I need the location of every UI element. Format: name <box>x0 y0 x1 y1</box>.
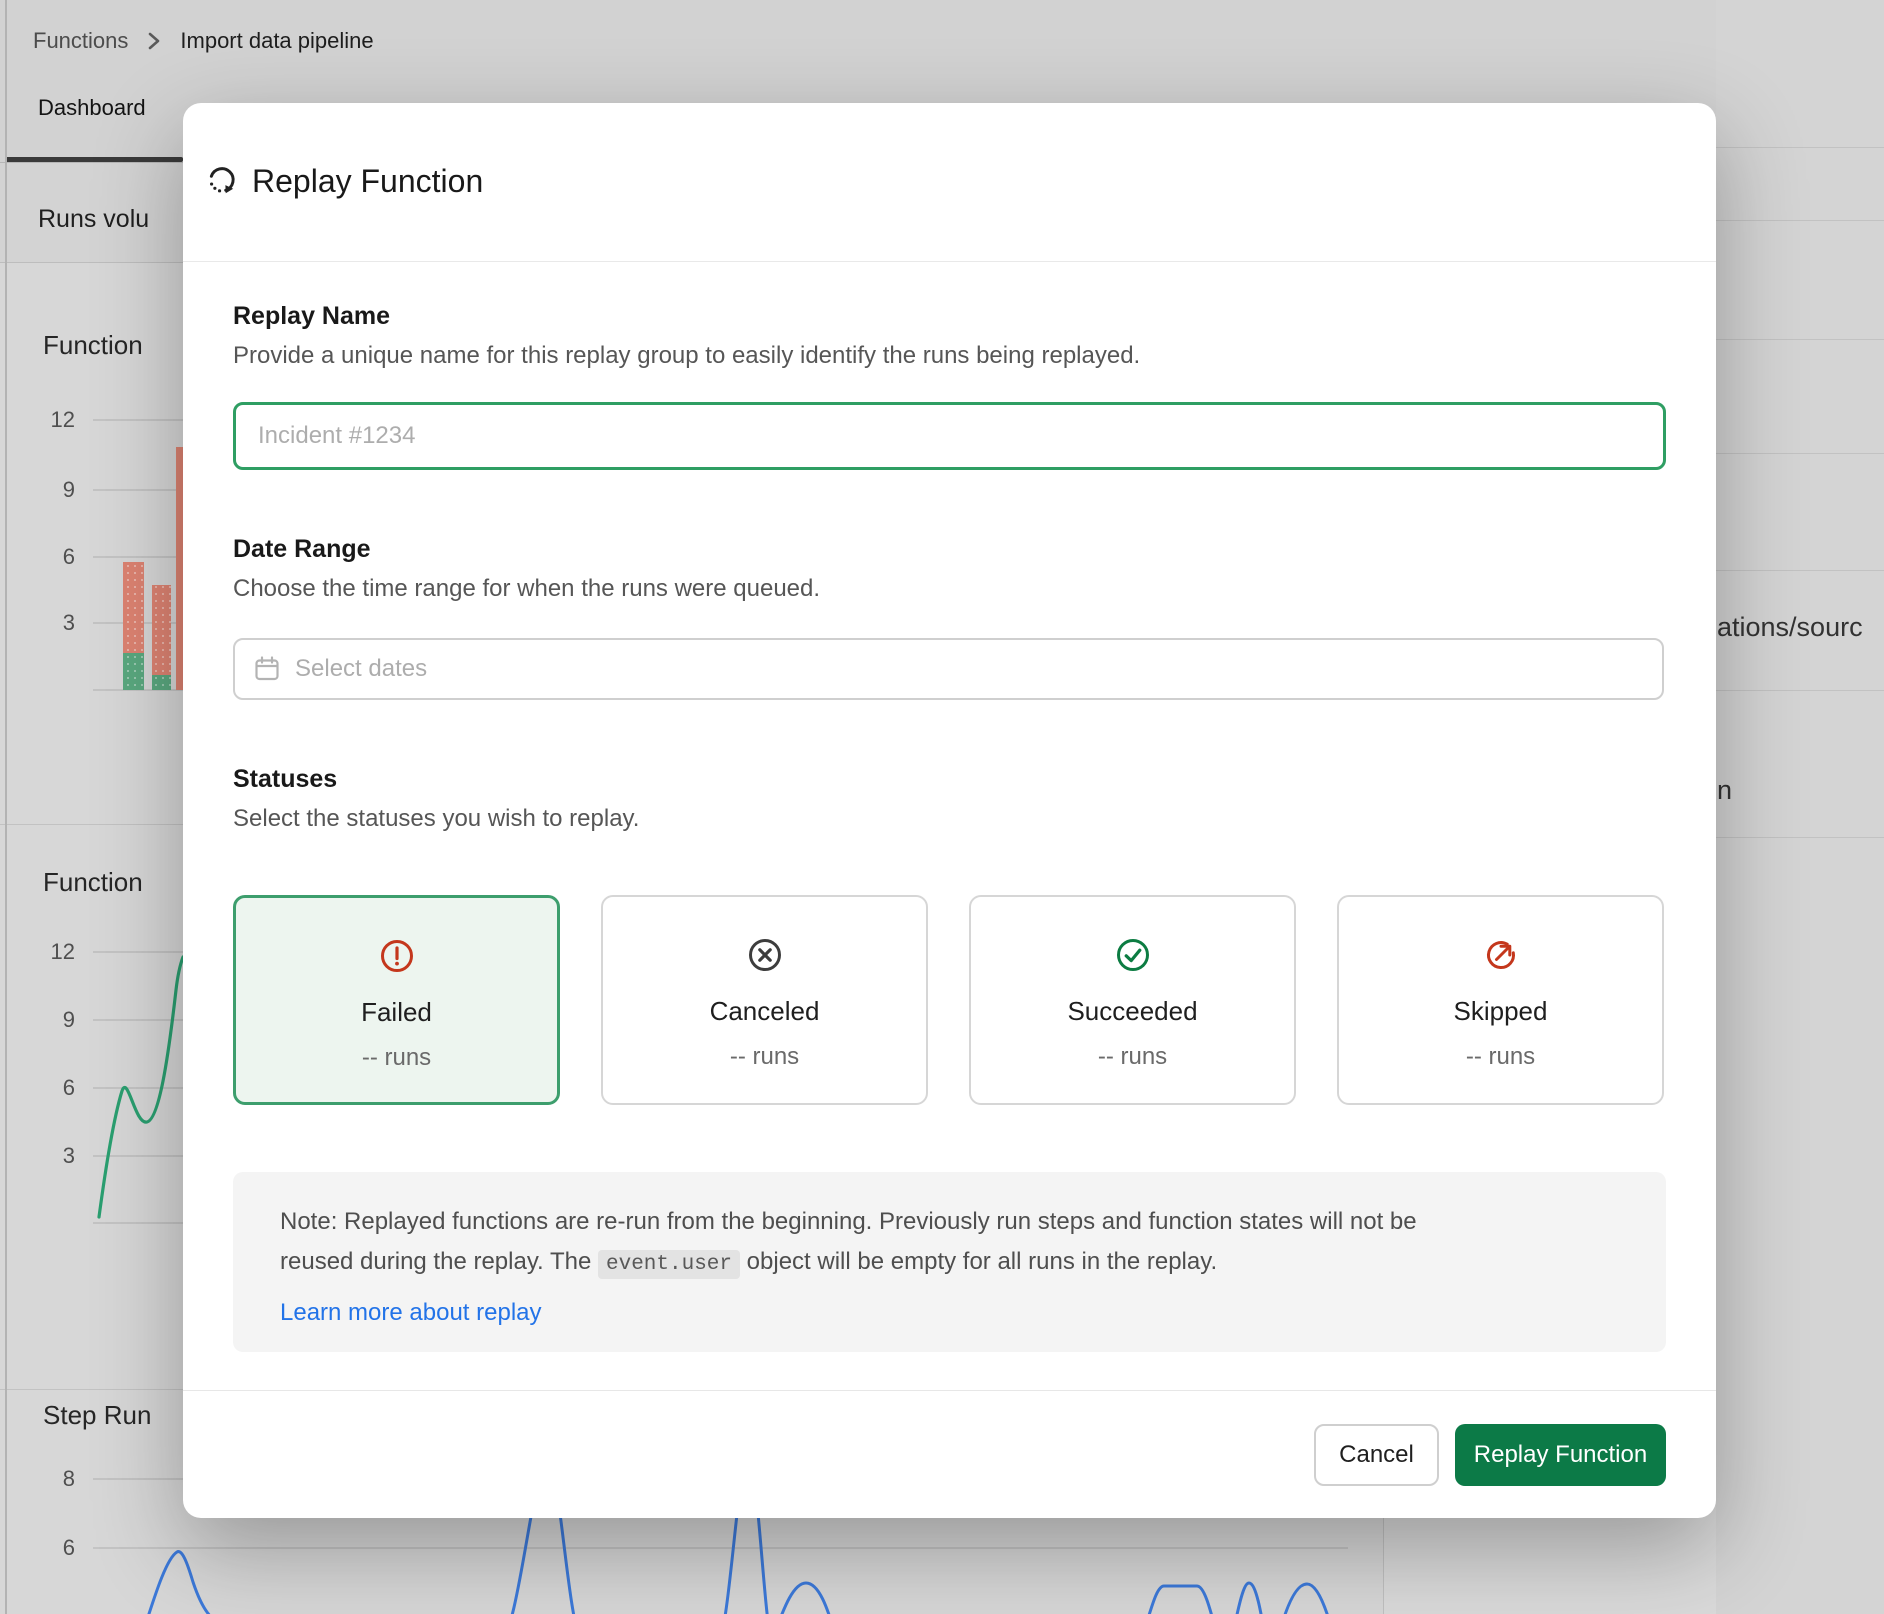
calendar-icon <box>253 655 281 683</box>
tab-dashboard[interactable]: Dashboard <box>38 95 146 121</box>
learn-more-link[interactable]: Learn more about replay <box>280 1293 542 1333</box>
status-card-label: Succeeded <box>1067 996 1197 1027</box>
runs-volume-heading: Runs volu <box>38 205 149 234</box>
cancel-button[interactable]: Cancel <box>1314 1424 1439 1486</box>
replay-function-button[interactable]: Replay Function <box>1455 1424 1666 1486</box>
date-range-description: Choose the time range for when the runs … <box>233 575 820 603</box>
breadcrumb-current: Import data pipeline <box>180 28 373 54</box>
replay-icon <box>205 163 239 197</box>
status-card-label: Canceled <box>710 996 820 1027</box>
right-background-strip: ations/sourc n <box>1716 0 1884 1614</box>
left-page-border <box>5 0 7 1614</box>
tab-active-indicator <box>5 157 183 162</box>
status-cards: Failed -- runs Canceled -- runs <box>233 895 1666 1105</box>
succeeded-icon <box>1115 937 1151 973</box>
replay-name-description: Provide a unique name for this replay gr… <box>233 342 1140 370</box>
right-text-fragment: ations/sourc <box>1717 612 1863 643</box>
note-line1: Note: Replayed functions are re-run from… <box>280 1208 1417 1235</box>
date-range-label: Date Range <box>233 535 371 564</box>
note-box: Note: Replayed functions are re-run from… <box>233 1172 1666 1352</box>
note-text: Note: Replayed functions are re-run from… <box>280 1202 1625 1333</box>
date-range-field[interactable]: Select dates <box>233 638 1664 700</box>
status-card-succeeded[interactable]: Succeeded -- runs <box>969 895 1296 1105</box>
replay-name-input[interactable] <box>233 402 1666 470</box>
status-card-runs: -- runs <box>362 1044 431 1072</box>
status-card-canceled[interactable]: Canceled -- runs <box>601 895 928 1105</box>
status-card-runs: -- runs <box>1098 1043 1167 1071</box>
note-line2-after: object will be empty for all runs in the… <box>740 1248 1217 1275</box>
canceled-icon <box>747 937 783 973</box>
chevron-right-icon <box>146 29 162 53</box>
status-card-runs: -- runs <box>730 1043 799 1071</box>
note-line2-before: reused during the replay. The <box>280 1248 598 1275</box>
replay-name-label: Replay Name <box>233 302 390 331</box>
statuses-label: Statuses <box>233 765 337 794</box>
code-chip: event.user <box>598 1250 740 1279</box>
status-card-runs: -- runs <box>1466 1043 1535 1071</box>
status-card-label: Failed <box>361 997 432 1028</box>
status-card-failed[interactable]: Failed -- runs <box>233 895 560 1105</box>
replay-function-modal: Replay Function Replay Name Provide a un… <box>183 103 1716 1518</box>
modal-header: Replay Function <box>183 103 1716 262</box>
status-card-label: Skipped <box>1454 996 1548 1027</box>
right-text-fragment: n <box>1717 775 1732 806</box>
breadcrumb: Functions Import data pipeline <box>33 28 374 54</box>
screen: Functions Import data pipeline Dashboard… <box>0 0 1884 1614</box>
breadcrumb-functions[interactable]: Functions <box>33 28 128 54</box>
status-card-skipped[interactable]: Skipped -- runs <box>1337 895 1664 1105</box>
date-range-placeholder: Select dates <box>295 655 427 683</box>
stacked-bars <box>123 447 183 690</box>
statuses-description: Select the statuses you wish to replay. <box>233 805 639 833</box>
failed-icon <box>379 938 415 974</box>
footer-divider <box>183 1390 1716 1391</box>
modal-title: Replay Function <box>252 163 483 200</box>
skipped-icon <box>1483 937 1519 973</box>
